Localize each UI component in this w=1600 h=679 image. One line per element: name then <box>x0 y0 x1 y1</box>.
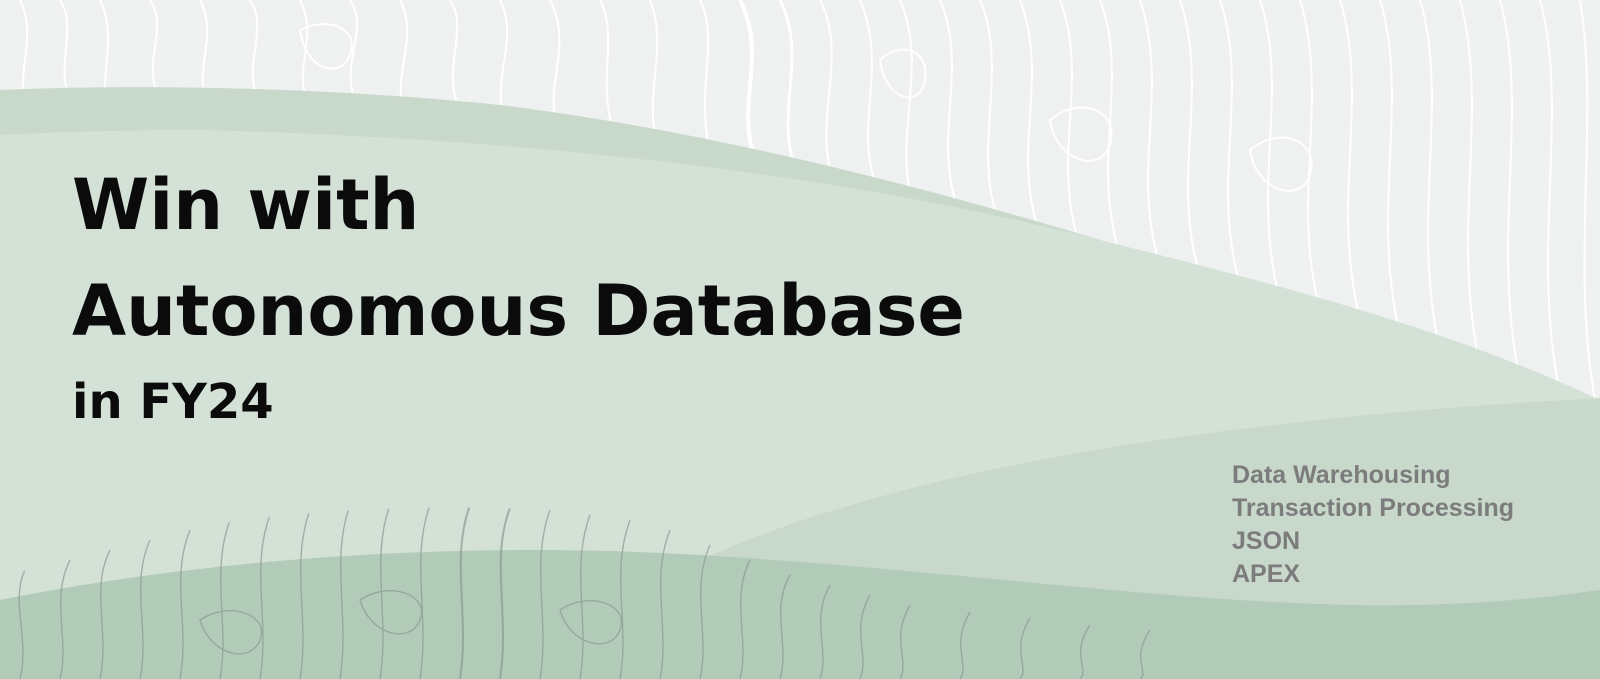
headline-line-1: Win with <box>72 164 420 246</box>
headline-line-3: in FY24 <box>72 374 274 430</box>
promo-banner: Win with Autonomous Database in FY24 Dat… <box>0 0 1600 679</box>
topic-item: JSON <box>1232 527 1301 555</box>
topic-list: Data Warehousing Transaction Processing … <box>1232 459 1514 591</box>
topic-item: Data Warehousing <box>1232 461 1451 489</box>
headline-line-2: Autonomous Database <box>72 270 965 352</box>
topic-item: APEX <box>1232 560 1301 588</box>
topic-item: Transaction Processing <box>1232 494 1515 522</box>
headline: Win with Autonomous Database in FY24 <box>72 170 965 426</box>
